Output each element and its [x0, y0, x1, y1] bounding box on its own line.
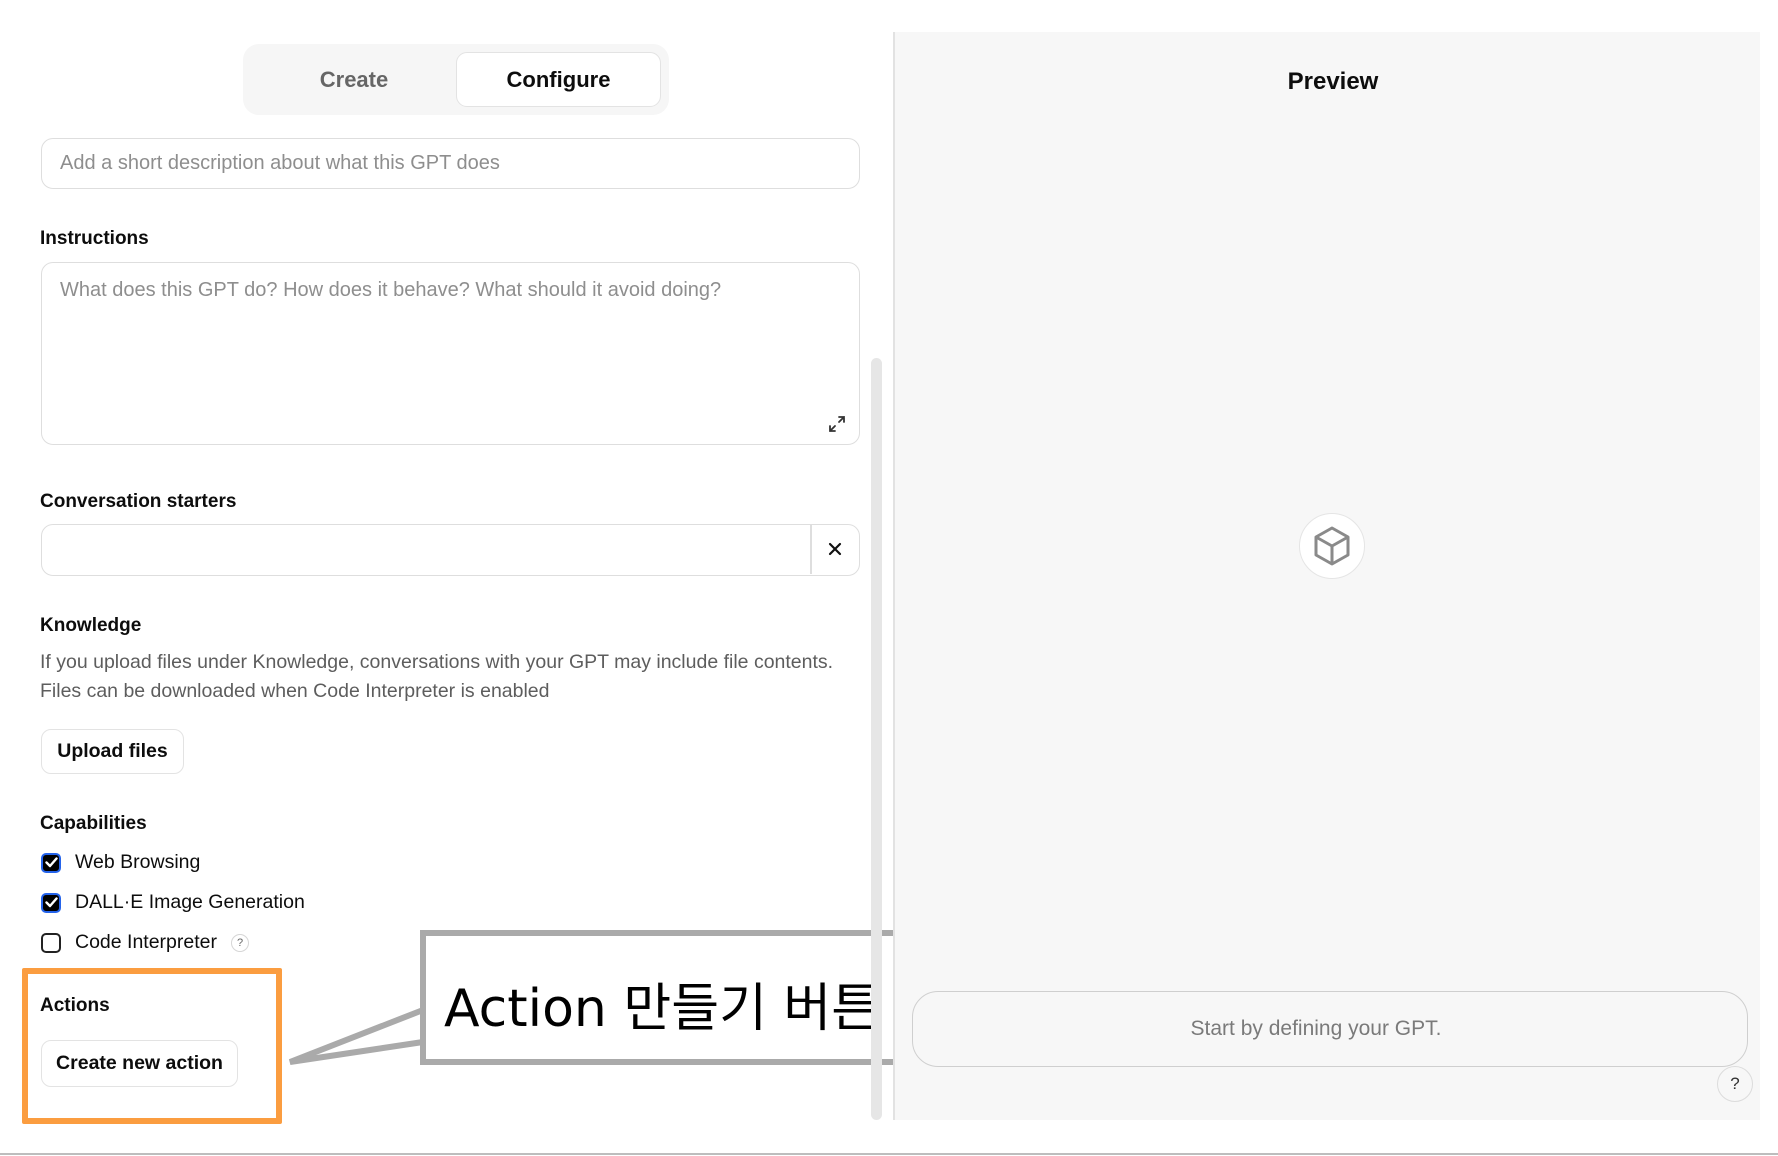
- callout-box: Action 만들기 버튼: [420, 930, 917, 1065]
- conversation-starters-label: Conversation starters: [40, 491, 237, 512]
- capability-code-interpreter[interactable]: Code Interpreter ?: [41, 931, 249, 954]
- scrollbar[interactable]: [871, 358, 882, 1120]
- code-interpreter-checkbox[interactable]: [41, 932, 61, 953]
- web-browsing-label: Web Browsing: [75, 851, 201, 873]
- highlight-box: [22, 968, 282, 1124]
- conversation-starter-divider: [810, 525, 812, 574]
- help-icon[interactable]: ?: [231, 933, 249, 952]
- capability-web-browsing[interactable]: Web Browsing: [41, 851, 200, 874]
- preview-input-placeholder: Start by defining your GPT.: [1190, 1017, 1442, 1040]
- capabilities-label: Capabilities: [40, 813, 147, 834]
- tab-create[interactable]: Create: [255, 52, 453, 107]
- tab-configure[interactable]: Configure: [456, 52, 661, 107]
- knowledge-description-line1: If you upload files under Knowledge, con…: [40, 651, 834, 673]
- bottom-divider: [0, 1153, 1778, 1155]
- callout-text: Action 만들기 버튼: [444, 979, 880, 1039]
- help-button[interactable]: ?: [1717, 1066, 1753, 1102]
- description-input[interactable]: Add a short description about what this …: [41, 138, 860, 189]
- dalle-checkbox[interactable]: [41, 892, 61, 913]
- dalle-label: DALL·E Image Generation: [75, 891, 305, 913]
- expand-icon[interactable]: [827, 414, 847, 434]
- knowledge-description-line2: Files can be downloaded when Code Interp…: [40, 680, 550, 702]
- callout-pointer: [288, 1007, 425, 1065]
- capability-dalle[interactable]: DALL·E Image Generation: [41, 891, 305, 914]
- instructions-textarea[interactable]: What does this GPT do? How does it behav…: [41, 262, 860, 445]
- conversation-starter-input[interactable]: [41, 524, 860, 576]
- code-interpreter-label: Code Interpreter: [75, 931, 217, 953]
- instructions-placeholder: What does this GPT do? How does it behav…: [60, 279, 722, 301]
- knowledge-label: Knowledge: [40, 615, 142, 636]
- preview-title: Preview: [1287, 68, 1379, 95]
- description-placeholder: Add a short description about what this …: [60, 152, 500, 174]
- upload-files-button[interactable]: Upload files: [41, 729, 184, 774]
- preview-message-input[interactable]: Start by defining your GPT.: [912, 991, 1748, 1067]
- cube-icon: [1299, 513, 1365, 579]
- preview-panel: Preview Start by defining your GPT. ?: [895, 32, 1760, 1120]
- close-icon[interactable]: [826, 540, 844, 558]
- knowledge-description: If you upload files under Knowledge, con…: [40, 648, 880, 706]
- instructions-label: Instructions: [40, 228, 149, 249]
- web-browsing-checkbox[interactable]: [41, 852, 61, 873]
- mode-tabs: Create Configure: [243, 44, 669, 115]
